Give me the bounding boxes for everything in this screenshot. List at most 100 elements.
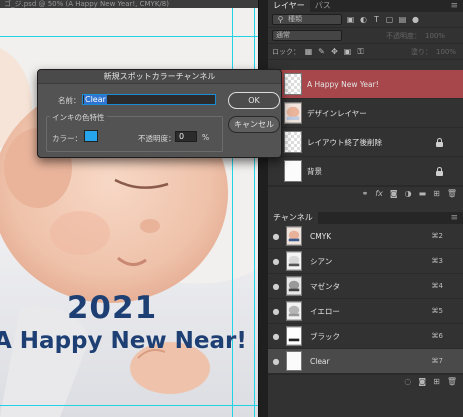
- name-field[interactable]: Clear: [82, 94, 216, 105]
- channel-row[interactable]: ● シアン ⌘3: [268, 249, 463, 274]
- layer-name: デザインレイヤー: [307, 108, 367, 118]
- shortcut-key: ⌘5: [431, 307, 443, 315]
- search-icon: ⚲: [277, 15, 284, 24]
- shortcut-key: ⌘7: [431, 357, 443, 365]
- lock-pixels-icon[interactable]: ▦: [304, 47, 313, 56]
- channel-thumbnail: [286, 301, 302, 321]
- lock-icon: [436, 167, 443, 176]
- link-icon[interactable]: ⚭: [362, 189, 369, 198]
- channel-row[interactable]: ● ブラック ⌘6: [268, 324, 463, 349]
- layer-row[interactable]: ● レイアウト終了後削除: [268, 128, 463, 157]
- color-label: カラー：: [52, 134, 82, 143]
- opacity-value[interactable]: 100%: [425, 32, 445, 40]
- lock-position-icon[interactable]: ✥: [330, 47, 339, 56]
- tab-channels[interactable]: チャンネル: [268, 212, 318, 224]
- layer-row[interactable]: ● デザインレイヤー: [268, 99, 463, 128]
- layer-name: A Happy New Year!: [307, 79, 379, 89]
- fx-icon[interactable]: fx: [375, 189, 383, 198]
- document-tab[interactable]: ゴ_ジ.psd @ 50% (A Happy New Year!, CMYK/8…: [0, 0, 258, 8]
- load-selection-icon[interactable]: ◌: [404, 377, 411, 386]
- panel-divider[interactable]: [258, 0, 268, 417]
- eye-icon[interactable]: ●: [268, 307, 284, 316]
- solidity-label: 不透明度：: [138, 134, 176, 143]
- channel-row[interactable]: ● Clear ⌘7: [268, 349, 463, 374]
- adjustment-filter-icon[interactable]: ◐: [359, 15, 368, 24]
- channel-thumbnail: [286, 251, 302, 271]
- channel-row[interactable]: ● イエロー ⌘5: [268, 299, 463, 324]
- layers-panel-tabs: レイヤー パス ≡: [268, 0, 463, 12]
- channel-name: Clear: [310, 356, 330, 366]
- channel-row[interactable]: ● マゼンタ ⌘4: [268, 274, 463, 299]
- eye-icon[interactable]: ●: [268, 232, 284, 241]
- dialog-title[interactable]: 新規スポットカラーチャンネル: [38, 70, 281, 84]
- channel-thumbnail: [286, 226, 302, 246]
- channel-name: シアン: [310, 256, 333, 266]
- filter-kind-dropdown[interactable]: ⚲ 種類: [272, 14, 342, 25]
- type-filter-icon[interactable]: T: [372, 15, 381, 24]
- guide-horizontal[interactable]: [0, 405, 258, 406]
- new-channel-icon[interactable]: ⊞: [433, 377, 440, 386]
- ink-group-label: インキの色特性: [50, 112, 107, 123]
- folder-icon[interactable]: ▬: [419, 189, 427, 198]
- layer-thumbnail: [284, 73, 302, 95]
- guide-horizontal[interactable]: [0, 36, 258, 37]
- lock-artboard-icon[interactable]: ▣: [343, 47, 352, 56]
- eye-icon[interactable]: ●: [268, 257, 284, 266]
- mask-icon[interactable]: ◙: [390, 189, 398, 198]
- channel-name: ブラック: [310, 331, 340, 341]
- pixel-filter-icon[interactable]: ▣: [346, 15, 355, 24]
- layers-footer: ⚭ fx ◙ ◑ ▬ ⊞ 🗑: [268, 186, 463, 199]
- trash-icon[interactable]: 🗑: [447, 189, 457, 198]
- eye-icon[interactable]: ●: [268, 357, 284, 366]
- channel-name: イエロー: [310, 306, 340, 316]
- cancel-button[interactable]: キャンセル: [228, 116, 280, 133]
- ok-button[interactable]: OK: [228, 92, 280, 109]
- lock-all-icon[interactable]: ⚿: [356, 47, 365, 56]
- blend-mode-dropdown[interactable]: 通常: [272, 30, 342, 41]
- channel-thumbnail: [286, 276, 302, 296]
- channel-name: マゼンタ: [310, 281, 340, 291]
- solidity-unit: %: [202, 133, 210, 142]
- layer-name: レイアウト終了後削除: [307, 137, 382, 147]
- panel-menu-icon[interactable]: ≡: [450, 0, 458, 12]
- fill-value[interactable]: 100%: [436, 48, 456, 56]
- save-selection-icon[interactable]: ◙: [418, 377, 426, 386]
- document-canvas[interactable]: ゴ_ジ.psd @ 50% (A Happy New Year!, CMYK/8…: [0, 0, 258, 417]
- visibility-toggle[interactable]: ●: [268, 167, 284, 176]
- new-spot-channel-dialog: 新規スポットカラーチャンネル 名前： Clear インキの色特性 カラー： 不透…: [37, 69, 282, 158]
- channels-panel-tabs: チャンネル ≡: [268, 212, 463, 224]
- eye-icon[interactable]: ●: [268, 332, 284, 341]
- channel-name: CMYK: [310, 231, 332, 241]
- eye-icon[interactable]: ●: [268, 282, 284, 291]
- tab-layers[interactable]: レイヤー: [268, 0, 310, 12]
- channels-footer: ◌ ◙ ⊞ 🗑: [268, 374, 463, 387]
- shortcut-key: ⌘6: [431, 332, 443, 340]
- channel-thumbnail: [286, 326, 302, 346]
- right-panels: レイヤー パス ≡ ⚲ 種類 ▣ ◐ T ▢ ▤ ● 通常 不透明度： 100%…: [268, 0, 463, 417]
- trash-icon[interactable]: 🗑: [447, 377, 457, 386]
- shape-filter-icon[interactable]: ▢: [385, 15, 394, 24]
- layer-thumbnail: [284, 102, 302, 124]
- adjustment-icon[interactable]: ◑: [405, 189, 412, 198]
- layer-list: ● A Happy New Year! ● デザインレイヤー ● レイアウト終了…: [268, 70, 463, 199]
- shortcut-key: ⌘3: [431, 257, 443, 265]
- opacity-label: 不透明度：: [386, 31, 421, 40]
- fill-label: 塗り：: [411, 47, 432, 56]
- layer-thumbnail: [284, 160, 302, 182]
- greeting-text: A Happy New Near!: [0, 328, 247, 354]
- channels-panel: チャンネル ≡ ● CMYK ⌘2 ● シアン ⌘3 ● マゼンタ ⌘4 ● イ…: [268, 212, 463, 387]
- layer-row[interactable]: ● 背景: [268, 157, 463, 186]
- panel-menu-icon[interactable]: ≡: [450, 212, 458, 224]
- layer-filter-bar: ⚲ 種類 ▣ ◐ T ▢ ▤ ●: [268, 12, 463, 28]
- channel-row[interactable]: ● CMYK ⌘2: [268, 224, 463, 249]
- smart-object-filter-icon[interactable]: ▤: [398, 15, 407, 24]
- solidity-field[interactable]: 0: [175, 131, 197, 142]
- new-layer-icon[interactable]: ⊞: [433, 189, 440, 198]
- tab-paths[interactable]: パス: [310, 0, 336, 12]
- shortcut-key: ⌘2: [431, 232, 443, 240]
- lock-paint-icon[interactable]: ✎: [317, 47, 326, 56]
- filter-toggle-icon[interactable]: ●: [411, 15, 420, 24]
- layer-row[interactable]: ● A Happy New Year!: [268, 70, 463, 99]
- color-swatch[interactable]: [84, 130, 98, 142]
- blend-bar: 通常 不透明度： 100%: [268, 28, 463, 44]
